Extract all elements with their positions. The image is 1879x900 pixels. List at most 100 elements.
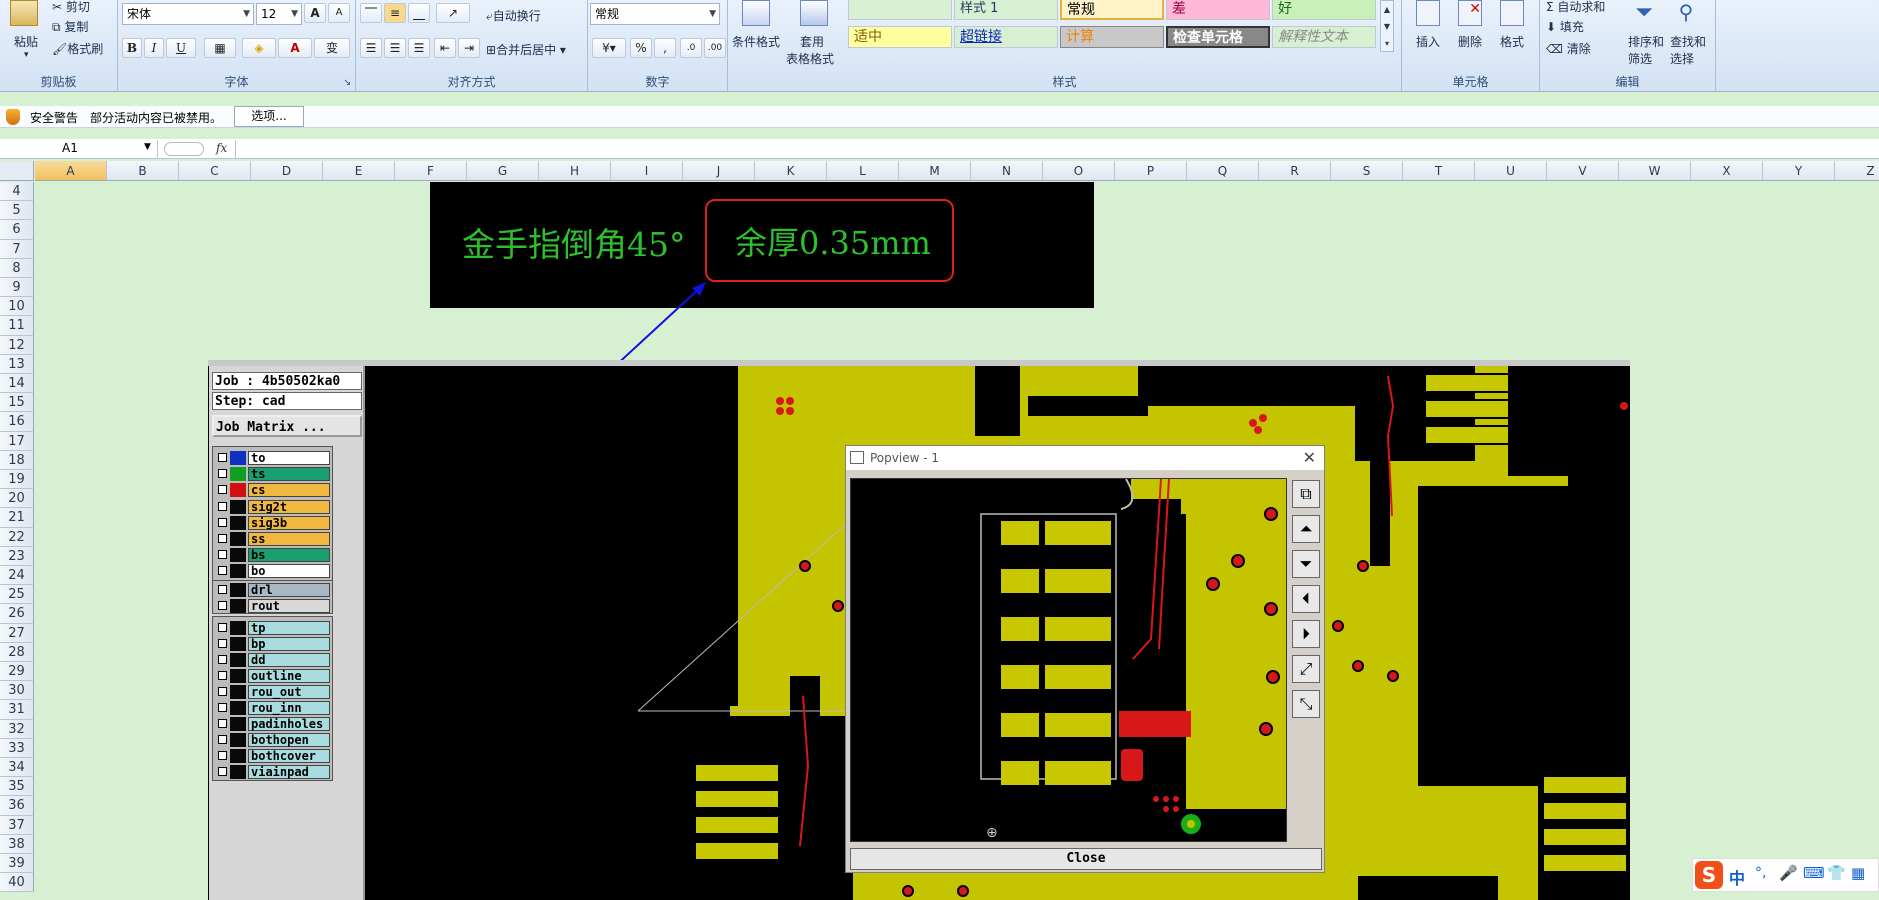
layer-name[interactable]: drl xyxy=(248,583,330,597)
layer-name[interactable]: ts xyxy=(248,467,330,482)
comma-button[interactable]: , xyxy=(654,38,676,58)
font-size-combo[interactable]: 12 ▼ xyxy=(256,3,302,25)
currency-icon[interactable]: ¥▾ xyxy=(592,38,626,58)
row-header[interactable]: 10 xyxy=(0,297,34,317)
column-header[interactable]: D xyxy=(251,161,323,181)
fill-button[interactable]: ⬇ 填充 xyxy=(1546,18,1584,35)
insert-button[interactable]: 插入 xyxy=(1416,33,1440,50)
layer-checkbox[interactable] xyxy=(218,623,227,632)
layer-row[interactable]: cs xyxy=(216,483,330,498)
column-header[interactable]: Z xyxy=(1835,161,1879,181)
bold-button[interactable]: B xyxy=(122,38,142,58)
copy-button[interactable]: ⧉ 复制 xyxy=(52,18,88,35)
row-header[interactable]: 5 xyxy=(0,201,34,221)
styles-scroll[interactable]: ▲ ▼ ▾ xyxy=(1380,0,1394,52)
column-header[interactable]: Y xyxy=(1763,161,1835,181)
layer-row[interactable]: rou_inn xyxy=(216,701,330,715)
layer-checkbox[interactable] xyxy=(218,601,227,610)
italic-button[interactable]: I xyxy=(144,38,164,58)
align-middle-icon[interactable]: ≡ xyxy=(384,3,406,23)
row-header[interactable]: 6 xyxy=(0,220,34,240)
column-header[interactable]: C xyxy=(179,161,251,181)
column-header[interactable]: G xyxy=(467,161,539,181)
column-header[interactable]: Q xyxy=(1187,161,1259,181)
layer-name[interactable]: rou_out xyxy=(248,685,330,699)
row-header[interactable]: 14 xyxy=(0,374,34,394)
row-header[interactable]: 29 xyxy=(0,662,34,682)
row-header[interactable]: 31 xyxy=(0,700,34,720)
row-header[interactable]: 36 xyxy=(0,796,34,816)
orientation-icon[interactable]: ↗ xyxy=(436,3,470,23)
layer-row[interactable]: bothcover xyxy=(216,749,330,763)
column-header[interactable]: T xyxy=(1403,161,1475,181)
clear-button[interactable]: ⌫ 清除 xyxy=(1546,40,1591,57)
paste-button[interactable]: 粘贴 xyxy=(14,33,38,50)
layer-name[interactable]: rout xyxy=(248,599,330,613)
find-select-button-2[interactable]: 选择 xyxy=(1670,50,1694,67)
column-header[interactable]: M xyxy=(899,161,971,181)
row-header[interactable]: 37 xyxy=(0,815,34,835)
style-cell-bad[interactable]: 差 xyxy=(1166,0,1270,20)
column-header[interactable]: V xyxy=(1547,161,1619,181)
row-header[interactable]: 32 xyxy=(0,719,34,739)
shrink-font-icon[interactable]: A xyxy=(328,3,350,23)
layer-row[interactable]: viainpad xyxy=(216,765,330,779)
conditional-format-button[interactable]: 条件格式 xyxy=(732,33,780,50)
column-header[interactable]: K xyxy=(755,161,827,181)
underline-button[interactable]: U xyxy=(166,38,196,58)
layer-checkbox[interactable] xyxy=(218,566,227,576)
align-bottom-icon[interactable]: ⎽ xyxy=(408,3,430,23)
column-header[interactable]: P xyxy=(1115,161,1187,181)
layer-name[interactable]: bo xyxy=(248,564,330,579)
decrease-indent-icon[interactable]: ⇤ xyxy=(434,38,456,58)
column-header[interactable]: H xyxy=(539,161,611,181)
row-header[interactable]: 30 xyxy=(0,681,34,701)
row-header[interactable]: 25 xyxy=(0,585,34,605)
layer-row[interactable]: bp xyxy=(216,637,330,651)
style-cell-neutral[interactable]: 适中 xyxy=(848,26,952,48)
border-icon[interactable]: ▦ xyxy=(204,38,236,58)
grow-font-icon[interactable]: A xyxy=(304,3,326,23)
layer-row[interactable]: drl xyxy=(216,583,330,597)
row-header[interactable]: 28 xyxy=(0,642,34,662)
style-cell-explanatory[interactable]: 解释性文本 xyxy=(1272,26,1376,48)
layer-name[interactable]: bothopen xyxy=(248,733,330,747)
increase-indent-icon[interactable]: ⇥ xyxy=(458,38,480,58)
layer-row[interactable]: tp xyxy=(216,621,330,635)
row-header[interactable]: 4 xyxy=(0,182,34,202)
style-cell-normal[interactable]: 常规 xyxy=(1060,0,1164,20)
layer-checkbox[interactable] xyxy=(218,469,227,479)
wrap-text-button[interactable]: ⤶自动换行 xyxy=(486,7,541,24)
layer-name[interactable]: rou_inn xyxy=(248,701,330,715)
style-cell-hyperlink[interactable]: 超链接 xyxy=(954,26,1058,48)
zoom-in-icon[interactable]: ⤢ xyxy=(1292,655,1320,683)
layer-row[interactable]: rou_out xyxy=(216,685,330,699)
autosum-button[interactable]: Σ 自动求和 xyxy=(1546,0,1605,15)
layer-checkbox[interactable] xyxy=(218,585,227,594)
style-cell-good[interactable]: 好 xyxy=(1272,0,1376,20)
layer-checkbox[interactable] xyxy=(218,671,227,680)
layer-row[interactable]: sig3b xyxy=(216,515,330,530)
popview-canvas[interactable]: ⊕ xyxy=(850,478,1287,842)
layer-checkbox[interactable] xyxy=(218,655,227,664)
row-header[interactable]: 19 xyxy=(0,470,34,490)
layer-name[interactable]: bs xyxy=(248,548,330,563)
layer-checkbox[interactable] xyxy=(218,735,227,744)
layer-name[interactable]: ss xyxy=(248,532,330,546)
name-box[interactable]: A1 ▼ xyxy=(2,140,158,158)
table-format-button-1[interactable]: 套用 xyxy=(800,33,824,50)
align-left-icon[interactable]: ☰ xyxy=(360,38,382,58)
fill-color-icon[interactable]: ◈ xyxy=(242,38,276,58)
align-right-icon[interactable]: ☰ xyxy=(408,38,430,58)
layer-name[interactable]: sig2t xyxy=(248,499,330,514)
row-header[interactable]: 38 xyxy=(0,834,34,854)
layer-row[interactable]: sig2t xyxy=(216,499,330,514)
format-painter-button[interactable]: 🖌格式刷 xyxy=(52,40,103,57)
job-matrix-button[interactable]: Job Matrix ... xyxy=(212,415,362,437)
phonetic-button[interactable]: 变 xyxy=(314,38,350,58)
ime-mode[interactable]: 中 xyxy=(1729,865,1745,889)
layer-checkbox[interactable] xyxy=(218,534,227,543)
align-center-icon[interactable]: ☰ xyxy=(384,38,406,58)
layer-name[interactable]: viainpad xyxy=(248,765,330,779)
layer-checkbox[interactable] xyxy=(218,719,227,728)
